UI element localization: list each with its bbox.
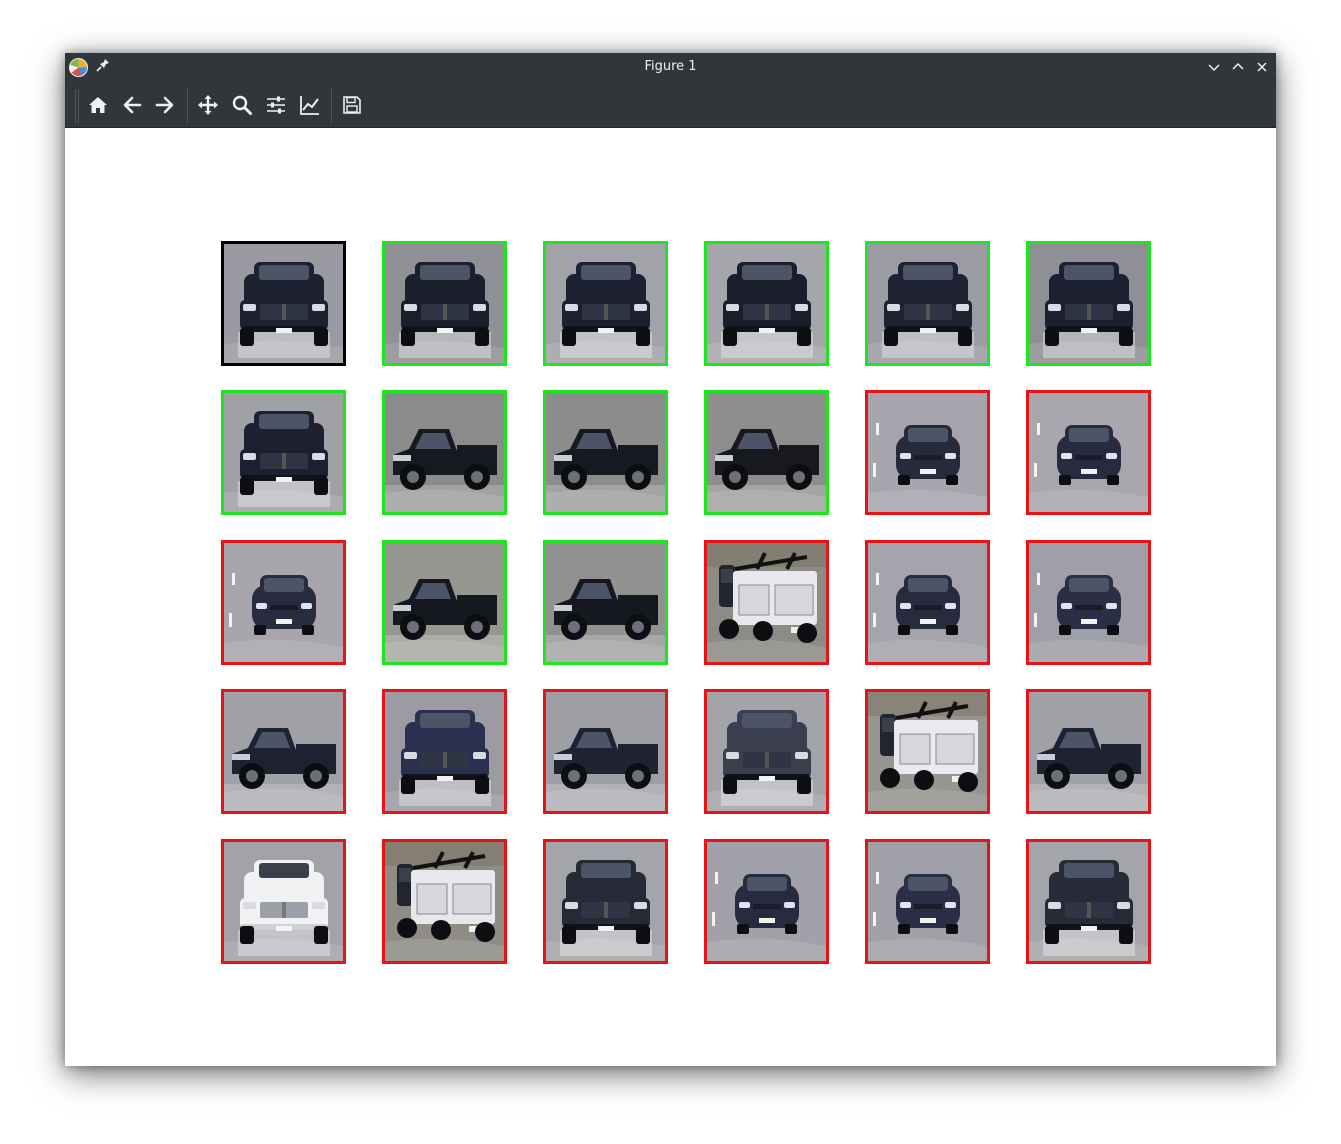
- close-icon[interactable]: [1255, 60, 1269, 74]
- sedan-image: [1029, 393, 1148, 512]
- gallery-thumbnail: [704, 540, 829, 665]
- sedan-image: [224, 543, 343, 662]
- pickup-image: [1029, 842, 1148, 961]
- window-title: Figure 1: [644, 59, 697, 74]
- toolbar-handle[interactable]: [75, 89, 79, 123]
- sedan-image: [1029, 543, 1148, 662]
- pan-button[interactable]: [195, 92, 221, 118]
- gallery-thumbnail: [382, 390, 507, 515]
- gallery-thumbnail: [865, 241, 990, 366]
- gallery-thumbnail: [543, 839, 668, 964]
- pickup-image: [385, 692, 504, 811]
- matplotlib-logo-icon: [69, 58, 88, 77]
- magnifier-icon: [232, 95, 252, 115]
- gallery-thumbnail: [543, 540, 668, 665]
- gallery-thumbnail: [221, 689, 346, 814]
- pickup-image: [707, 692, 826, 811]
- pickup-image: [546, 244, 665, 363]
- forward-button[interactable]: [152, 92, 178, 118]
- gallery-thumbnail: [704, 241, 829, 366]
- pickup-side-image: [546, 692, 665, 811]
- gallery-thumbnail: [543, 390, 668, 515]
- pickup-image: [385, 244, 504, 363]
- minimize-icon[interactable]: [1207, 60, 1221, 74]
- gallery-thumbnail: [1026, 390, 1151, 515]
- line-chart-icon: [300, 96, 319, 115]
- utility-image: [868, 692, 987, 811]
- toolbar-separator: [331, 89, 332, 123]
- gallery-thumbnail: [865, 689, 990, 814]
- pickup-image: [707, 244, 826, 363]
- figure-canvas[interactable]: [65, 128, 1276, 1066]
- pickup-image: [224, 842, 343, 961]
- move-icon: [198, 95, 218, 115]
- gallery-thumbnail: [382, 540, 507, 665]
- back-button[interactable]: [119, 92, 145, 118]
- save-button[interactable]: [339, 92, 365, 118]
- pickup-side-image: [385, 543, 504, 662]
- gallery-thumbnail: [543, 241, 668, 366]
- title-bar: Figure 1: [65, 53, 1276, 82]
- pickup-image: [868, 244, 987, 363]
- gallery-thumbnail: [1026, 241, 1151, 366]
- figure-window: Figure 1: [65, 53, 1276, 1066]
- pickup-image: [224, 244, 343, 363]
- utility-image: [707, 543, 826, 662]
- pickup-image: [546, 842, 665, 961]
- floppy-disk-icon: [343, 96, 361, 114]
- gallery-thumbnail: [865, 839, 990, 964]
- sedan-image: [868, 842, 987, 961]
- gallery-thumbnail: [1026, 540, 1151, 665]
- zoom-button[interactable]: [229, 92, 255, 118]
- pickup-side-image: [546, 393, 665, 512]
- pickup-side-image: [224, 692, 343, 811]
- utility-image: [385, 842, 504, 961]
- gallery-thumbnail: [382, 839, 507, 964]
- sedan-image: [868, 393, 987, 512]
- gallery-thumbnail: [865, 390, 990, 515]
- subplots-button[interactable]: [263, 92, 289, 118]
- home-icon: [89, 97, 107, 113]
- gallery-thumbnail: [1026, 689, 1151, 814]
- maximize-icon[interactable]: [1231, 60, 1245, 74]
- arrow-left-icon: [123, 96, 142, 114]
- sliders-icon: [267, 96, 285, 114]
- pickup-side-image: [707, 393, 826, 512]
- pickup-image: [224, 393, 343, 512]
- gallery-thumbnail: [221, 540, 346, 665]
- sedan-image: [868, 543, 987, 662]
- pin-icon[interactable]: [96, 58, 110, 76]
- pickup-side-image: [385, 393, 504, 512]
- gallery-thumbnail: [1026, 839, 1151, 964]
- arrow-right-icon: [155, 96, 174, 114]
- edit-axes-button[interactable]: [297, 92, 323, 118]
- gallery-thumbnail: [704, 390, 829, 515]
- query-thumbnail: [221, 241, 346, 366]
- home-button[interactable]: [85, 92, 111, 118]
- gallery-thumbnail: [543, 689, 668, 814]
- gallery-thumbnail: [382, 241, 507, 366]
- pickup-side-image: [1029, 692, 1148, 811]
- gallery-thumbnail: [221, 839, 346, 964]
- pickup-side-image: [546, 543, 665, 662]
- sedan-image: [707, 842, 826, 961]
- gallery-thumbnail: [221, 390, 346, 515]
- gallery-thumbnail: [704, 839, 829, 964]
- gallery-thumbnail: [704, 689, 829, 814]
- pickup-image: [1029, 244, 1148, 363]
- gallery-thumbnail: [865, 540, 990, 665]
- navigation-toolbar: [65, 82, 1276, 128]
- toolbar-separator: [187, 89, 188, 123]
- gallery-thumbnail: [382, 689, 507, 814]
